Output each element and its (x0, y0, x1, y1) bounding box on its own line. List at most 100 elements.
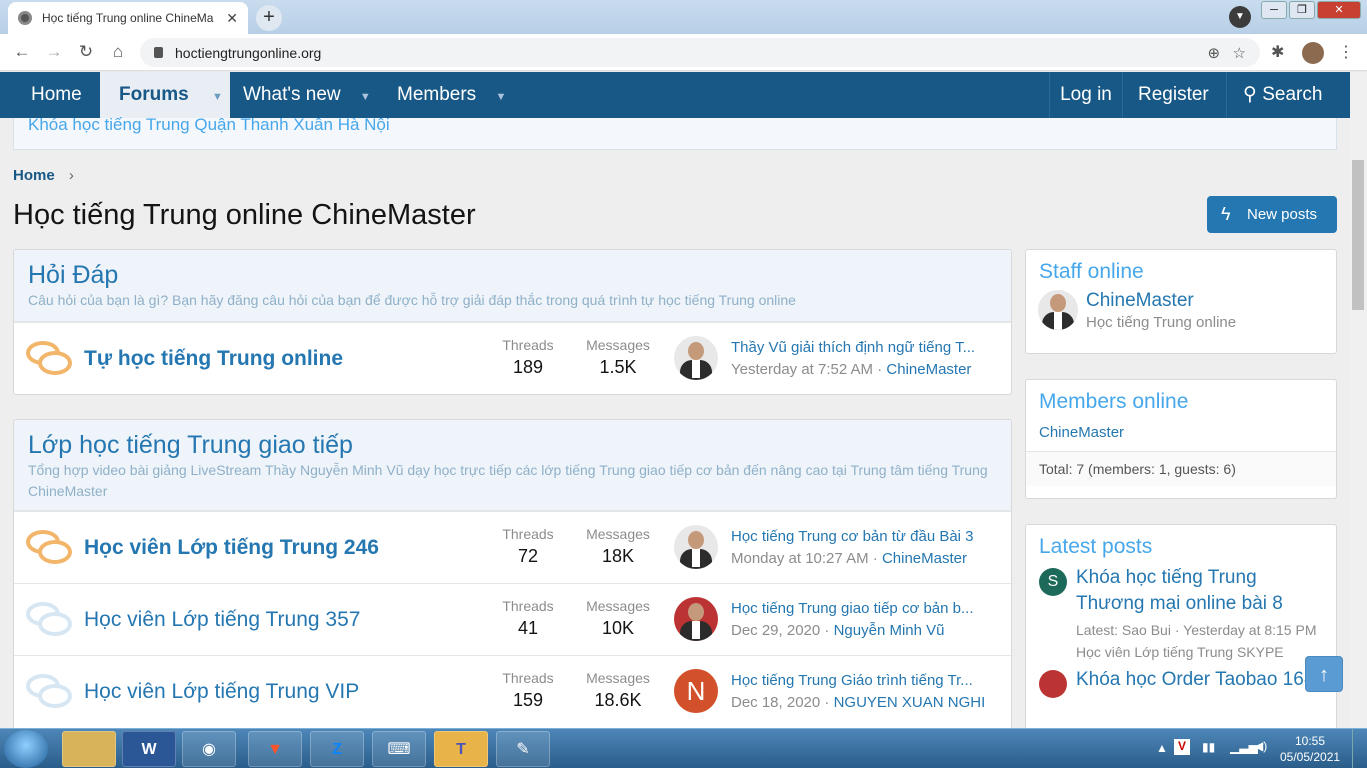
messages-count: 18.6K (594, 690, 642, 710)
avatar[interactable] (1038, 290, 1078, 330)
last-post-meta: Dec 29, 2020 · Nguyễn Minh Vũ (731, 622, 945, 639)
taskbar-clock[interactable]: 10:55 05/05/2021 (1280, 733, 1340, 765)
online-member[interactable]: ChineMaster (1026, 420, 1336, 451)
scroll-to-top-button[interactable]: ↑ (1305, 656, 1343, 692)
last-post-title[interactable]: Học tiếng Trung cơ bản từ đầu Bài 3 (731, 528, 1001, 545)
staff-name[interactable]: ChineMaster (1086, 290, 1336, 312)
forum-read-icon (26, 674, 72, 710)
last-post-user[interactable]: Nguyễn Minh Vũ (834, 622, 945, 639)
nav-forums[interactable]: Forums ▼ (100, 72, 230, 118)
page-scrollbar[interactable] (1350, 72, 1367, 728)
avatar[interactable] (1039, 670, 1067, 698)
back-arrow-icon[interactable]: ← (10, 40, 34, 64)
threads-stat: Threads 72 (483, 526, 573, 567)
last-post-user[interactable]: ChineMaster (886, 361, 971, 378)
chevron-down-icon[interactable]: ▼ (495, 91, 506, 103)
chevron-down-icon[interactable]: ▼ (212, 91, 223, 103)
category-title[interactable]: Lớp học tiếng Trung giao tiếp (28, 430, 997, 460)
start-button[interactable] (4, 730, 48, 768)
widget-title[interactable]: Latest posts (1026, 525, 1336, 565)
teams-icon[interactable]: T (434, 731, 488, 767)
window-close-button[interactable]: ✕ (1317, 1, 1361, 19)
file-explorer-icon[interactable] (62, 731, 116, 767)
scrollbar-thumb[interactable] (1352, 160, 1364, 310)
extensions-icon[interactable]: ✱ (1271, 42, 1284, 62)
windows-taskbar: W ◉ ▼ Z ⌨ T ✎ ▲ V ▮▮ ▁▃▅ ◀) 10:55 05/05/… (0, 728, 1367, 768)
zalo-icon[interactable]: Z (310, 731, 364, 767)
forum-title[interactable]: Học viên Lớp tiếng Trung VIP (84, 680, 359, 704)
threads-count: 72 (517, 546, 539, 566)
latest-post-item: Khóa học Order Taobao 1688 (1026, 667, 1336, 698)
last-post-user[interactable]: ChineMaster (882, 550, 967, 567)
antivirus-icon[interactable]: V (1174, 739, 1190, 755)
last-post-time[interactable]: Yesterday at 7:52 AM (731, 361, 873, 378)
browser-tab[interactable]: Học tiếng Trung online ChineMa ✕ (8, 2, 248, 34)
profile-avatar[interactable] (1302, 42, 1324, 64)
search-button[interactable]: ⚲ Search (1226, 72, 1350, 118)
tab-title: Học tiếng Trung online ChineMa (42, 11, 214, 25)
widget-title[interactable]: Staff online (1026, 250, 1336, 290)
last-post-title[interactable]: Học tiếng Trung Giáo trình tiếng Tr... (731, 672, 1001, 689)
maximize-button[interactable]: ❐ (1289, 1, 1315, 19)
menu-icon[interactable]: ⋮ (1338, 42, 1354, 62)
avatar[interactable]: N (674, 669, 718, 713)
volume-icon[interactable]: ◀) (1254, 739, 1267, 753)
latest-post-forum[interactable]: Học viên Lớp tiếng Trung SKYPE (1076, 641, 1326, 663)
forward-arrow-icon[interactable]: → (42, 40, 66, 64)
paint-icon[interactable]: ✎ (496, 731, 550, 767)
forum-node: Học viên Lớp tiếng Trung 246 Threads 72 … (14, 511, 1011, 583)
tab-search-icon[interactable]: ▼ (1229, 6, 1251, 28)
threads-label: Threads (502, 670, 554, 686)
latest-post-title[interactable]: Khóa học Order Taobao 1688 (1076, 667, 1326, 693)
register-link[interactable]: Register (1138, 72, 1209, 118)
forum-title[interactable]: Học viên Lớp tiếng Trung 246 (84, 536, 379, 560)
nav-members[interactable]: Members ▼ (397, 72, 506, 118)
breadcrumb-home[interactable]: Home (13, 167, 55, 184)
address-bar[interactable]: hoctiengtrungonline.org ⊕ ☆ (140, 38, 1260, 67)
avatar[interactable] (674, 336, 718, 380)
nav-home[interactable]: Home (31, 72, 82, 118)
last-post-time[interactable]: Dec 18, 2020 (731, 694, 820, 711)
avatar[interactable] (674, 597, 718, 641)
chevron-down-icon[interactable]: ▼ (360, 91, 371, 103)
bolt-icon: ϟ (1221, 204, 1231, 224)
threads-label: Threads (502, 337, 554, 353)
tab-close-icon[interactable]: ✕ (226, 10, 238, 27)
network-icon[interactable]: ▮▮ (1202, 740, 1215, 754)
forum-title[interactable]: Học viên Lớp tiếng Trung 357 (84, 608, 360, 632)
web-page: Home Forums ▼ What's new ▼ Members ▼ Log… (0, 72, 1350, 728)
minimize-button[interactable]: ─ (1261, 1, 1287, 19)
reload-icon[interactable]: ↻ (74, 40, 98, 64)
avatar[interactable] (674, 525, 718, 569)
notice-banner: Khóa học tiếng Trung Quận Thanh Xuân Hà … (13, 115, 1337, 150)
nav-whats-new[interactable]: What's new ▼ (243, 72, 371, 118)
messages-count: 10K (601, 618, 635, 638)
latest-post-title[interactable]: Khóa học tiếng Trung Thương mại online b… (1076, 565, 1326, 617)
tray-expand-icon[interactable]: ▲ (1156, 741, 1168, 755)
category-title[interactable]: Hỏi Đáp (28, 260, 997, 290)
login-link[interactable]: Log in (1049, 72, 1123, 118)
latest-posts-widget: Latest posts S Khóa học tiếng Trung Thươ… (1025, 524, 1337, 728)
last-post-user[interactable]: NGUYEN XUAN NGHI (834, 694, 986, 711)
category-description: Tổng hợp video bài giảng LiveStream Thầy… (28, 462, 988, 499)
keyboard-icon[interactable]: ⌨ (372, 731, 426, 767)
word-icon[interactable]: W (122, 731, 176, 767)
last-post-title[interactable]: Thầy Vũ giải thích định ngữ tiếng T... (731, 339, 1001, 356)
lock-icon[interactable] (154, 47, 163, 58)
new-tab-button[interactable]: + (256, 5, 282, 31)
forum-title[interactable]: Tự học tiếng Trung online (84, 347, 343, 371)
threads-count: 189 (512, 357, 544, 377)
new-posts-button[interactable]: ϟ New posts (1207, 196, 1337, 233)
show-desktop-button[interactable] (1352, 729, 1367, 768)
chrome-icon[interactable]: ◉ (182, 731, 236, 767)
notice-link[interactable]: Khóa học tiếng Trung Quận Thanh Xuân Hà … (28, 115, 390, 134)
last-post-time[interactable]: Dec 29, 2020 (731, 622, 820, 639)
widget-title[interactable]: Members online (1026, 380, 1336, 420)
last-post-meta: Monday at 10:27 AM · ChineMaster (731, 550, 967, 567)
brave-icon[interactable]: ▼ (248, 731, 302, 767)
last-post-time[interactable]: Monday at 10:27 AM (731, 550, 869, 567)
avatar[interactable]: S (1039, 568, 1067, 596)
zoom-and-bookmark-icons[interactable]: ⊕ ☆ (1207, 44, 1246, 62)
last-post-title[interactable]: Học tiếng Trung giao tiếp cơ bản b... (731, 600, 1001, 617)
home-icon[interactable]: ⌂ (106, 40, 130, 64)
